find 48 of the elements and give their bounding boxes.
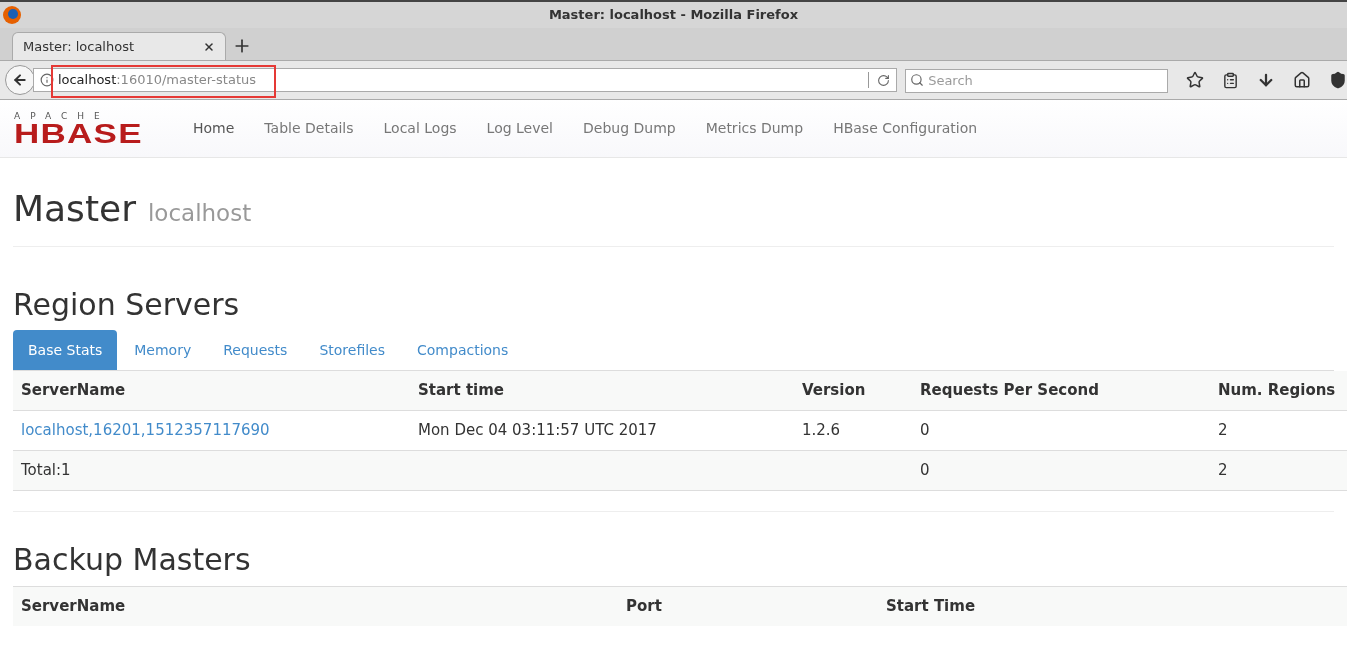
shield-icon[interactable]	[1329, 71, 1347, 89]
home-icon[interactable]	[1293, 71, 1311, 89]
nav-link[interactable]: Log Level	[471, 118, 568, 139]
browser-tab[interactable]: Master: localhost	[12, 32, 226, 60]
page-subtitle: localhost	[147, 199, 252, 228]
table-cell: Mon Dec 04 03:11:57 UTC 2017	[418, 421, 657, 440]
column-header: Start time	[418, 381, 504, 400]
column-header: ServerName	[21, 381, 126, 400]
column-header: Start Time	[886, 597, 976, 615]
nav-link[interactable]: HBase Configuration	[818, 118, 993, 139]
column-header: Requests Per Second	[920, 381, 1099, 400]
nav-link[interactable]: Table Details	[249, 118, 369, 139]
table-cell: 0	[920, 421, 930, 440]
download-icon[interactable]	[1257, 71, 1275, 89]
nav-link[interactable]: Metrics Dump	[690, 118, 819, 139]
nav-link[interactable]: Home	[178, 118, 250, 139]
reload-icon[interactable]	[877, 73, 891, 87]
list-icon[interactable]	[1222, 71, 1239, 89]
table-cell: 2	[1218, 461, 1228, 480]
stats-tab[interactable]: Base Stats	[13, 330, 118, 370]
section-title: Backup Masters	[13, 541, 252, 579]
table-cell: 1.2.6	[802, 421, 841, 440]
stats-tab[interactable]: Memory	[119, 330, 207, 370]
page-title: Master	[13, 187, 136, 231]
column-header: Port	[626, 597, 662, 615]
hbase-logo[interactable]: APACHE HBASE	[14, 110, 150, 147]
column-header: Num. Regions	[1218, 381, 1336, 400]
back-button[interactable]	[5, 65, 35, 95]
table-cell: 2	[1218, 421, 1228, 440]
stats-tab[interactable]: Storefiles	[304, 330, 400, 370]
info-icon	[39, 73, 54, 87]
column-header: ServerName	[21, 597, 126, 615]
browser-logo-icon	[2, 5, 22, 25]
bookmark-star-icon[interactable]	[1186, 71, 1204, 89]
window-title: Master: localhost - Mozilla Firefox	[548, 6, 799, 25]
search-field[interactable]: Search	[905, 68, 1168, 93]
close-icon[interactable]	[203, 40, 215, 53]
nav-link[interactable]: Debug Dump	[568, 118, 691, 139]
nav-link[interactable]: Local Logs	[368, 118, 472, 139]
address-bar[interactable]: localhost:16010/master-status	[32, 68, 898, 92]
stats-tab[interactable]: Compactions	[402, 330, 524, 370]
table-cell: 0	[920, 461, 930, 480]
table-cell: Total:1	[21, 461, 71, 480]
search-icon	[910, 73, 925, 87]
section-title: Region Servers	[13, 286, 241, 324]
stats-tab[interactable]: Requests	[208, 330, 303, 370]
server-link[interactable]: localhost,16201,1512357117690	[21, 421, 270, 440]
column-header: Version	[802, 381, 866, 400]
